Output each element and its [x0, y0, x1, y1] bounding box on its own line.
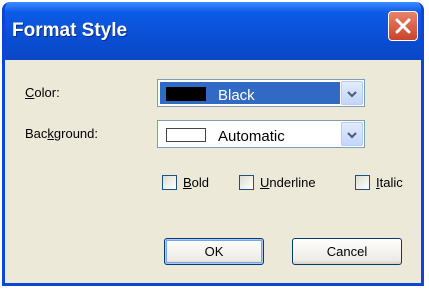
underline-checkbox-box[interactable] — [239, 175, 254, 190]
color-swatch — [166, 87, 206, 101]
italic-checkbox-box[interactable] — [355, 175, 370, 190]
bold-checkbox-box[interactable] — [162, 175, 177, 190]
underline-checkbox-label[interactable]: Underline — [260, 175, 316, 190]
chevron-down-icon — [347, 91, 357, 98]
background-label-start: Bac — [25, 126, 48, 141]
ok-button[interactable]: OK — [164, 238, 264, 265]
color-dropdown-selection: Black — [160, 82, 340, 104]
background-dropdown[interactable]: Automatic — [157, 120, 365, 148]
color-label-mnemonic: C — [25, 85, 35, 100]
color-value: Black — [218, 87, 255, 104]
window-title: Format Style — [12, 20, 128, 41]
background-label: Background: — [25, 126, 98, 141]
background-dropdown-field: Automatic — [160, 123, 340, 145]
bold-checkbox-label[interactable]: Bold — [183, 175, 209, 190]
color-label: Color: — [25, 85, 60, 100]
color-dropdown[interactable]: Black — [157, 79, 365, 107]
background-label-rest: ground: — [53, 126, 98, 141]
color-dropdown-arrow-button[interactable] — [341, 81, 363, 105]
cancel-button[interactable]: Cancel — [292, 238, 402, 265]
close-icon — [395, 18, 411, 34]
title-bar[interactable]: Format Style — [5, 2, 421, 60]
format-style-dialog: Format Style Color: Black Background: Au… — [2, 2, 424, 286]
chevron-down-icon — [347, 132, 357, 139]
background-value: Automatic — [218, 128, 285, 145]
background-swatch — [166, 128, 206, 142]
italic-checkbox-label[interactable]: Italic — [376, 175, 403, 190]
close-button[interactable] — [388, 11, 418, 41]
color-label-rest: olor: — [34, 85, 60, 100]
background-dropdown-arrow-button[interactable] — [341, 122, 363, 146]
